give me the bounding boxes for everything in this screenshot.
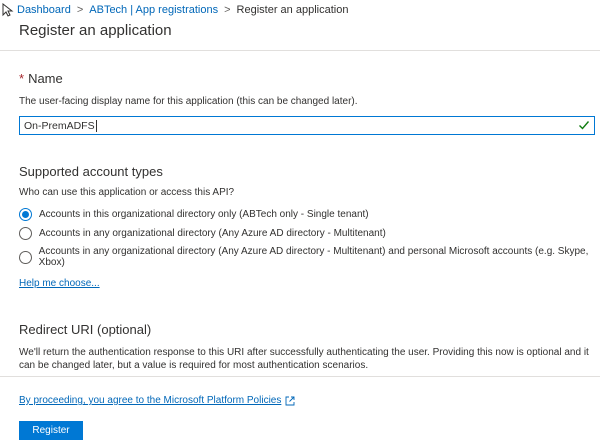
redirect-uri-title: Redirect URI (optional)	[19, 322, 152, 337]
breadcrumb-item-app-registrations[interactable]: ABTech | App registrations	[89, 4, 218, 16]
account-type-option-multitenant[interactable]: Accounts in any organizational directory…	[19, 227, 386, 240]
redirect-uri-description: We'll return the authentication response…	[19, 347, 589, 371]
checkmark-icon	[579, 121, 590, 130]
page-title: Register an application	[19, 22, 172, 39]
breadcrumb: Dashboard > ABTech | App registrations >…	[0, 0, 600, 20]
name-input[interactable]: On-PremADFS	[19, 116, 595, 135]
header-divider	[0, 50, 600, 51]
account-type-label: Accounts in any organizational directory…	[39, 228, 386, 239]
account-type-label: Accounts in this organizational director…	[39, 209, 369, 220]
account-type-option-single-tenant[interactable]: Accounts in this organizational director…	[19, 208, 369, 221]
radio-button[interactable]	[19, 250, 32, 264]
breadcrumb-current: Register an application	[236, 4, 349, 16]
platform-policies-label: By proceeding, you agree to the Microsof…	[19, 395, 282, 406]
platform-policies-link[interactable]: By proceeding, you agree to the Microsof…	[19, 395, 295, 406]
required-marker: *	[19, 71, 25, 86]
breadcrumb-separator: >	[224, 4, 231, 16]
mouse-pointer-icon	[2, 3, 14, 17]
breadcrumb-separator: >	[76, 4, 84, 16]
account-types-title: Supported account types	[19, 164, 163, 179]
name-description: The user-facing display name for this ap…	[19, 96, 358, 107]
radio-button[interactable]	[19, 227, 32, 240]
radio-dot	[22, 211, 29, 218]
name-title-label: Name	[28, 71, 63, 86]
breadcrumb-item-dashboard[interactable]: Dashboard	[17, 4, 71, 16]
name-section-title: * Name	[19, 71, 63, 86]
account-type-option-multitenant-personal[interactable]: Accounts in any organizational directory…	[19, 246, 600, 268]
account-type-label: Accounts in any organizational directory…	[38, 246, 589, 268]
footer-divider	[0, 376, 600, 377]
text-caret	[95, 119, 97, 132]
account-types-question: Who can use this application or access t…	[19, 187, 235, 198]
external-link-icon	[285, 396, 295, 405]
radio-button-selected[interactable]	[19, 208, 32, 221]
name-input-value: On-PremADFS	[24, 119, 95, 132]
register-button[interactable]: Register	[19, 421, 83, 440]
help-me-choose-link[interactable]: Help me choose...	[19, 278, 100, 289]
